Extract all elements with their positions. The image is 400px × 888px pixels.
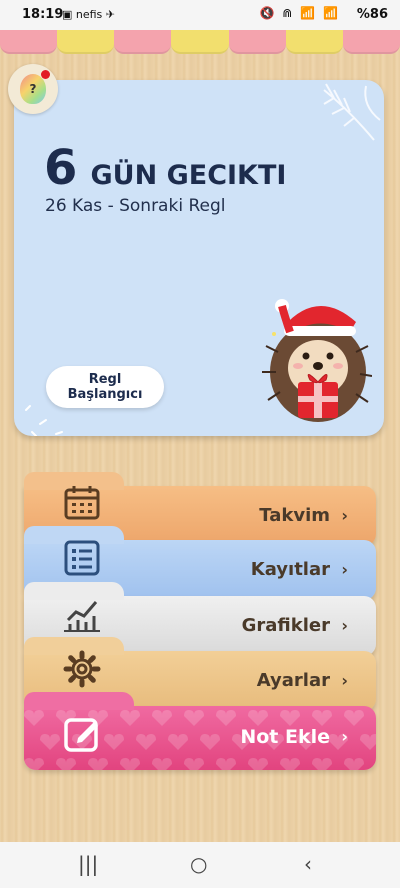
late-days-display: 6 GÜN GECIKTI <box>44 140 286 196</box>
scallop-segment <box>57 30 115 54</box>
scallop-segment <box>228 30 286 54</box>
scallop-segment <box>342 30 400 54</box>
menu-label-charts: Grafikler <box>241 615 330 636</box>
notification-icons: ▣ nefis ✈ <box>62 8 116 21</box>
leaf-decoration-icon <box>323 83 381 141</box>
chart-icon <box>64 601 100 632</box>
back-button[interactable]: ‹ <box>304 852 312 876</box>
menu-label-add-note: Not Ekle <box>240 726 330 748</box>
scallop-segment <box>114 30 172 54</box>
chevron-right-icon: › <box>341 616 348 635</box>
recent-apps-button[interactable]: ||| <box>78 852 98 876</box>
status-bar: 18:19 ▣ nefis ✈ 🔇 ⋒ 📶 📶 %86 <box>0 0 400 30</box>
egg-help-icon: ? <box>20 74 46 104</box>
chevron-right-icon: › <box>341 727 348 746</box>
chevron-right-icon: › <box>341 671 348 690</box>
gear-icon <box>63 650 101 688</box>
menu-label-calendar: Takvim <box>259 505 330 526</box>
scallop-segment <box>285 30 343 54</box>
period-start-button[interactable]: Regl Başlangıcı <box>46 366 164 408</box>
home-button[interactable]: ○ <box>190 852 207 876</box>
help-button[interactable]: ? <box>8 64 58 114</box>
next-period-date: 26 Kas - Sonraki Regl <box>45 196 226 216</box>
system-navigation-bar: ||| ○ ‹ <box>0 842 400 888</box>
late-days-number: 6 <box>44 140 78 196</box>
cycle-status-card: 6 GÜN GECIKTI 26 Kas - Sonraki Regl Regl… <box>14 80 384 436</box>
list-icon <box>64 540 100 576</box>
notification-badge <box>41 70 50 79</box>
calendar-icon <box>64 486 100 520</box>
chevron-right-icon: › <box>341 506 348 525</box>
late-days-text: GÜN GECIKTI <box>90 160 287 191</box>
menu-label-settings: Ayarlar <box>256 670 330 691</box>
scallop-awning <box>0 30 400 54</box>
battery-level: %86 <box>356 7 388 22</box>
hedgehog-illustration-icon <box>262 299 372 422</box>
chevron-right-icon: › <box>341 560 348 579</box>
add-note-button[interactable]: Not Ekle › <box>24 692 376 770</box>
edit-note-icon <box>64 718 98 752</box>
screen: 18:19 ▣ nefis ✈ 🔇 ⋒ 📶 📶 %86 6 GÜN GECIKT… <box>0 0 400 888</box>
status-time: 18:19 <box>22 7 64 22</box>
system-icons: 🔇 ⋒ 📶 📶 <box>259 6 340 20</box>
menu-label-records: Kayıtlar <box>250 559 330 580</box>
scallop-segment <box>0 30 58 54</box>
scallop-segment <box>171 30 229 54</box>
